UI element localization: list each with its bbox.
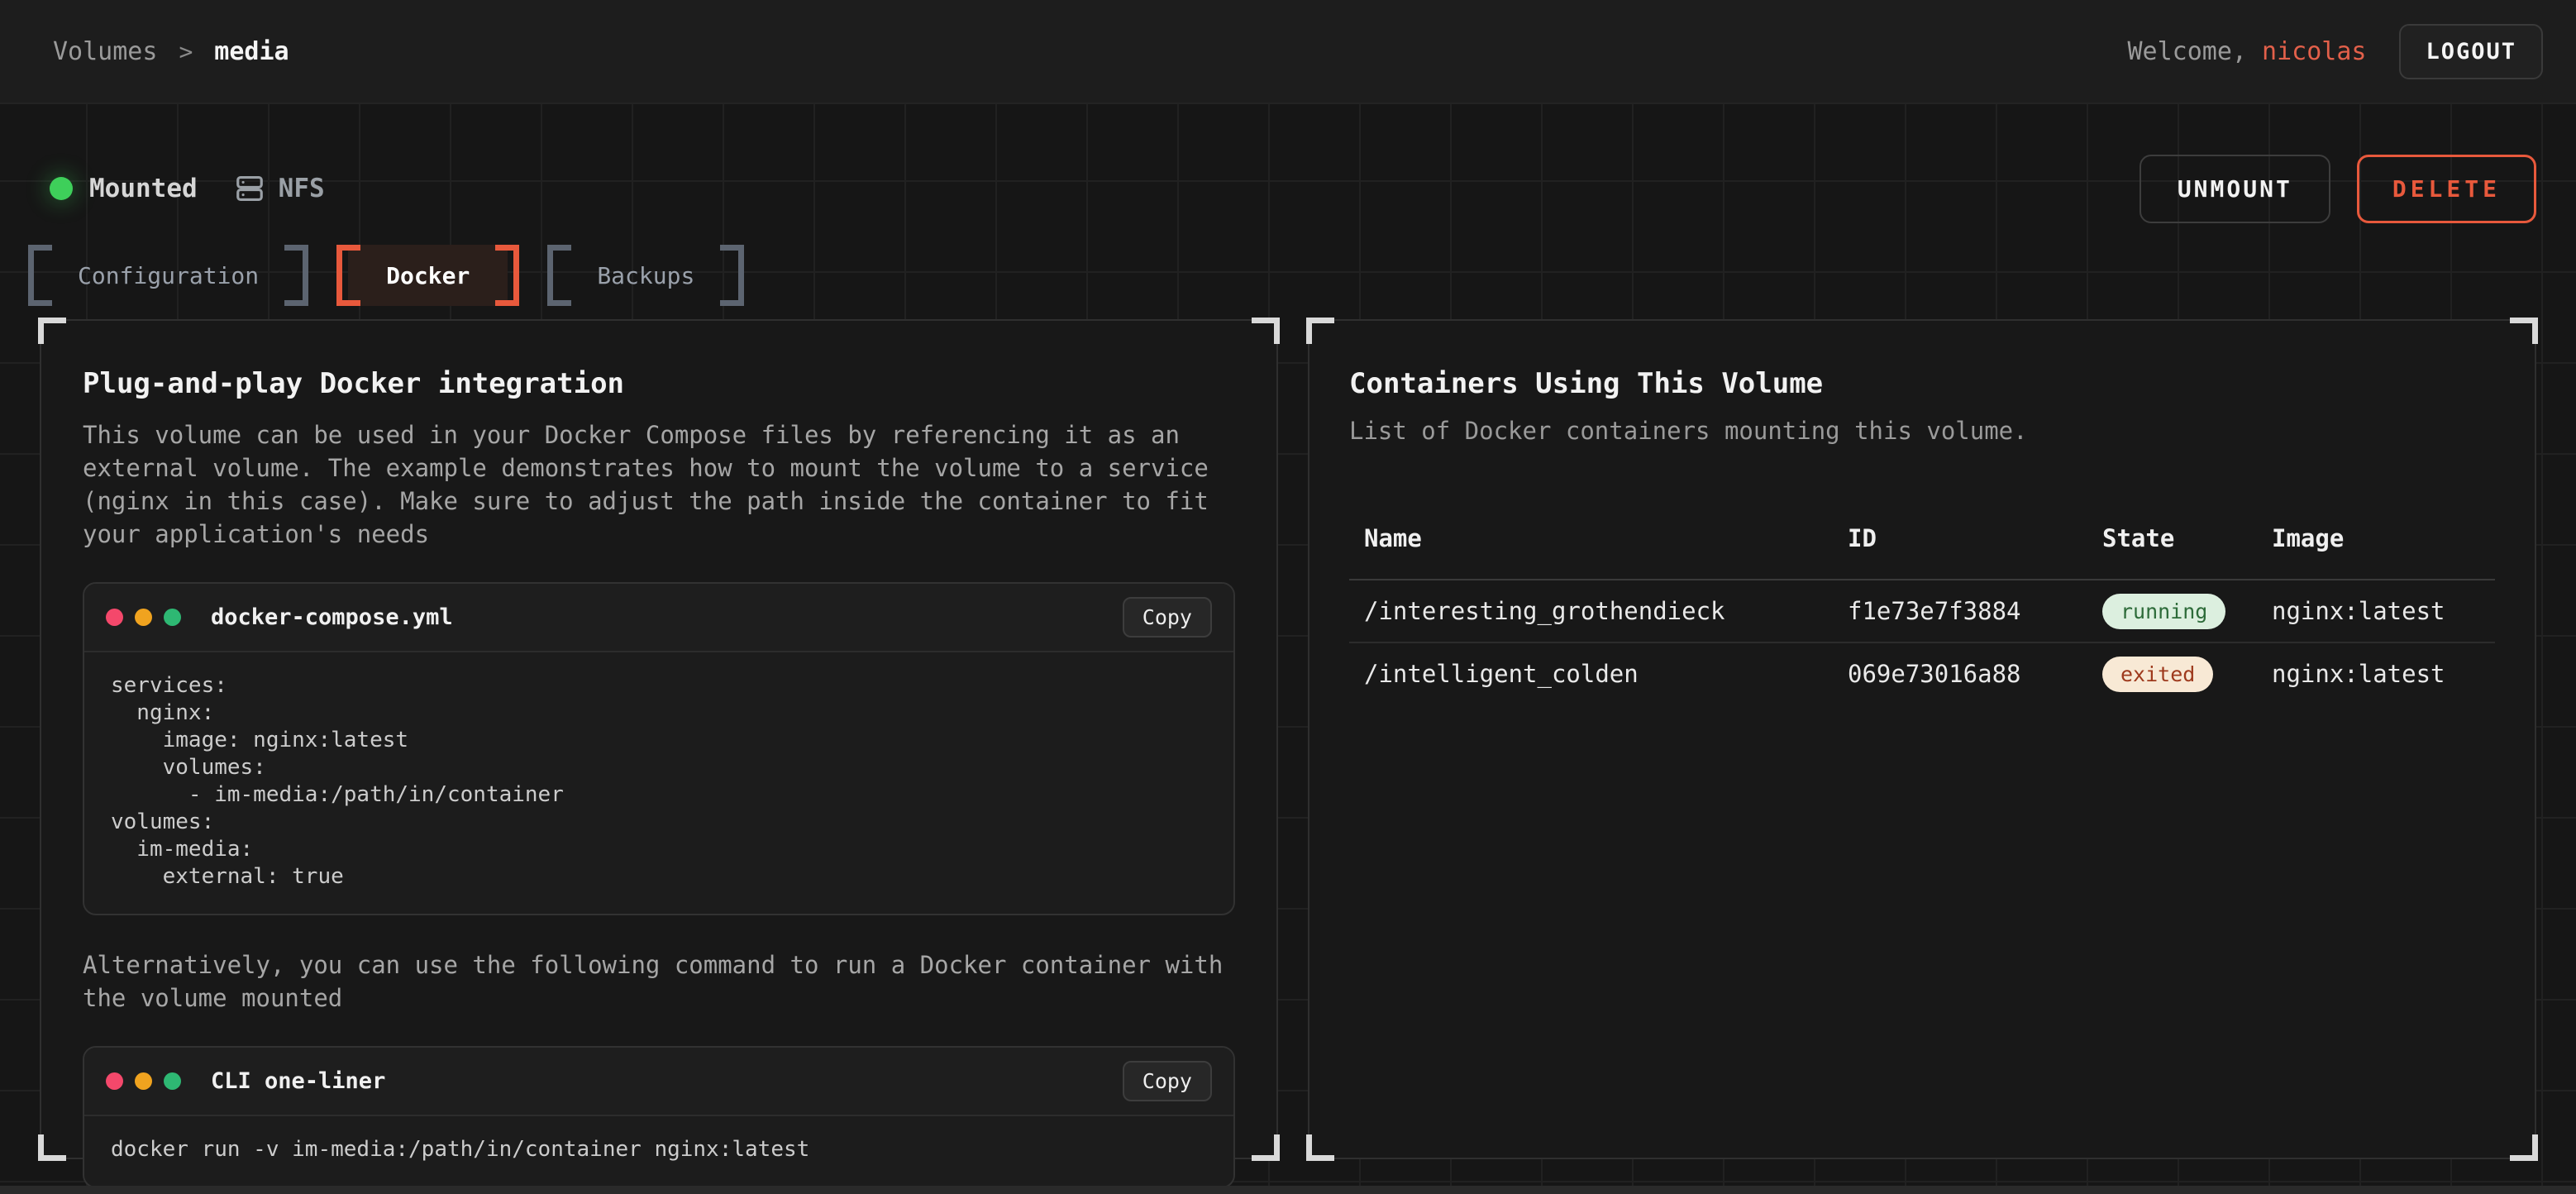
cli-intro-text: Alternatively, you can use the following… <box>83 948 1235 1015</box>
container-id: f1e73e7f3884 <box>1848 597 2102 625</box>
panel-corner-decoration <box>38 318 66 344</box>
containers-panel: Containers Using This Volume List of Doc… <box>1308 319 2536 1159</box>
column-header-name: Name <box>1364 524 1848 552</box>
container-state: running <box>2102 594 2272 629</box>
column-header-state: State <box>2102 524 2272 552</box>
containers-table: Name ID State Image /interesting_grothen… <box>1349 524 2495 704</box>
compose-code-header: docker-compose.yml Copy <box>84 584 1233 652</box>
docker-panel-description: This volume can be used in your Docker C… <box>83 418 1235 551</box>
container-id: 069e73016a88 <box>1848 660 2102 688</box>
docker-panel-title: Plug-and-play Docker integration <box>83 367 1235 400</box>
compose-code-window: docker-compose.yml Copy services: nginx:… <box>83 582 1235 915</box>
cli-copy-button[interactable]: Copy <box>1123 1061 1212 1101</box>
nfs-label: NFS <box>279 174 325 203</box>
welcome-prefix: Welcome, <box>2127 37 2262 66</box>
cli-filename: CLI one-liner <box>211 1068 385 1094</box>
traffic-yellow-icon <box>135 1072 152 1090</box>
panel-corner-decoration <box>1252 1134 1280 1161</box>
volume-status-row: Mounted NFS UNMOUNT DELETE <box>40 104 2536 222</box>
traffic-yellow-icon <box>135 609 152 626</box>
compose-copy-button[interactable]: Copy <box>1123 597 1212 638</box>
nfs-badge: NFS <box>234 173 325 204</box>
container-name: /intelligent_colden <box>1364 660 1848 688</box>
mounted-status-label: Mounted <box>89 174 198 203</box>
mounted-status-dot-icon <box>50 177 73 200</box>
tab-docker[interactable]: Docker <box>348 245 508 306</box>
column-header-id: ID <box>1848 524 2102 552</box>
table-row: /intelligent_colden 069e73016a88 exited … <box>1349 642 2495 704</box>
server-icon <box>234 173 265 204</box>
volume-actions: UNMOUNT DELETE <box>2140 155 2536 223</box>
tab-bar: Configuration Docker Backups <box>40 245 2536 306</box>
status-badge: exited <box>2102 657 2213 692</box>
container-name: /interesting_grothendieck <box>1364 597 1848 625</box>
main-content: Mounted NFS UNMOUNT DELETE Configuration… <box>0 104 2576 1186</box>
cli-code-content: docker run -v im-media:/path/in/containe… <box>84 1116 1233 1187</box>
traffic-red-icon <box>106 609 123 626</box>
status-badge: running <box>2102 594 2225 629</box>
delete-button[interactable]: DELETE <box>2357 155 2536 223</box>
next-section-edge <box>0 1186 2576 1194</box>
tab-configuration[interactable]: Configuration <box>40 245 297 306</box>
panel-corner-decoration <box>2510 318 2538 344</box>
table-row: /interesting_grothendieck f1e73e7f3884 r… <box>1349 579 2495 642</box>
logout-button[interactable]: LOGOUT <box>2399 24 2543 79</box>
tab-backups[interactable]: Backups <box>559 245 732 306</box>
containers-panel-subtitle: List of Docker containers mounting this … <box>1349 417 2495 445</box>
docker-integration-panel: Plug-and-play Docker integration This vo… <box>40 319 1278 1159</box>
cli-code-header: CLI one-liner Copy <box>84 1048 1233 1116</box>
breadcrumb-separator-icon: > <box>179 38 193 65</box>
breadcrumb-volumes-link[interactable]: Volumes <box>53 37 157 66</box>
traffic-red-icon <box>106 1072 123 1090</box>
panel-corner-decoration <box>1252 318 1280 344</box>
panel-corner-decoration <box>38 1134 66 1161</box>
container-image: nginx:latest <box>2272 660 2480 688</box>
topbar-right: Welcome, nicolas LOGOUT <box>2127 24 2543 79</box>
welcome-text: Welcome, nicolas <box>2127 37 2366 66</box>
top-bar: Volumes > media Welcome, nicolas LOGOUT <box>0 0 2576 104</box>
breadcrumb: Volumes > media <box>53 37 289 66</box>
traffic-green-icon <box>164 609 181 626</box>
compose-filename: docker-compose.yml <box>211 604 453 630</box>
cli-code-window: CLI one-liner Copy docker run -v im-medi… <box>83 1046 1235 1188</box>
window-traffic-lights-icon <box>106 609 181 626</box>
container-image: nginx:latest <box>2272 597 2480 625</box>
window-traffic-lights-icon <box>106 1072 181 1090</box>
unmount-button[interactable]: UNMOUNT <box>2140 155 2330 223</box>
column-header-image: Image <box>2272 524 2480 552</box>
breadcrumb-current-volume: media <box>214 37 289 66</box>
compose-code-content: services: nginx: image: nginx:latest vol… <box>84 652 1233 914</box>
containers-panel-title: Containers Using This Volume <box>1349 367 2495 400</box>
panel-corner-decoration <box>1306 1134 1334 1161</box>
containers-table-header: Name ID State Image <box>1349 524 2495 579</box>
traffic-green-icon <box>164 1072 181 1090</box>
panel-corner-decoration <box>1306 318 1334 344</box>
panel-corner-decoration <box>2510 1134 2538 1161</box>
mounted-status: Mounted <box>50 174 198 203</box>
username: nicolas <box>2262 37 2366 66</box>
container-state: exited <box>2102 657 2272 692</box>
panels-row: Plug-and-play Docker integration This vo… <box>40 319 2536 1159</box>
